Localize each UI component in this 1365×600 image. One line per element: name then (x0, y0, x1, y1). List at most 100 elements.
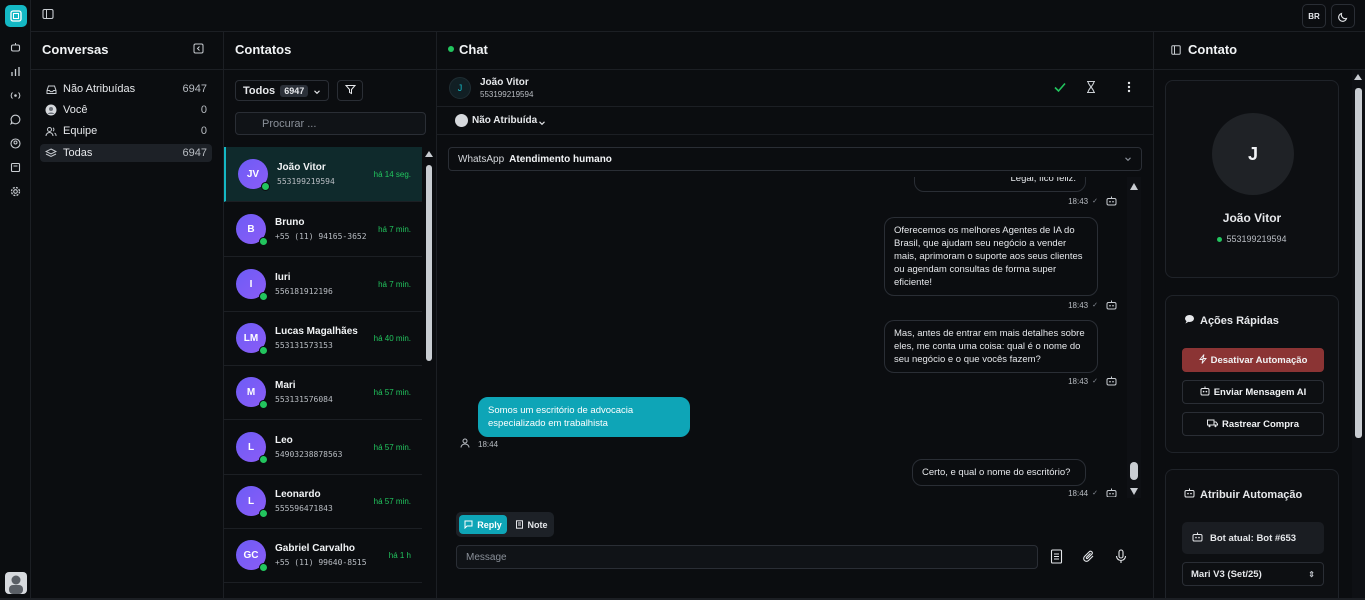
contacts-filter-count: 6947 (280, 84, 309, 97)
contact-panel: Contato J João Vitor 553199219594 Ações … (1154, 32, 1365, 600)
message-meta: 18:43 ✓ (1068, 300, 1117, 310)
message-time: 18:43 (1068, 300, 1089, 310)
collapse-icon[interactable] (193, 43, 205, 55)
templates-icon[interactable] (1047, 547, 1065, 565)
app-logo-icon[interactable] (5, 5, 27, 27)
bot-select[interactable]: Mari V3 (Set/25) ⇕ (1182, 562, 1324, 586)
settings-icon[interactable] (8, 184, 23, 199)
conv-filter-all[interactable]: Todas 6947 (40, 144, 212, 162)
message-bubble-outgoing: Oferecemos os melhores Agentes de IA do … (884, 217, 1098, 296)
contact-phone: 5490323887856​3 (275, 450, 343, 459)
contact-row[interactable]: B Bruno +55 (11) 94165-3652 há 7 min. (224, 202, 422, 257)
chat-header: J João Vitor 553199219594 (437, 69, 1153, 107)
contact-name: João Vitor (277, 162, 326, 173)
reply-tab[interactable]: Reply (459, 515, 507, 534)
deactivate-automation-button[interactable]: Desativar Automação (1182, 348, 1324, 372)
contact-phone: 556181912196 (275, 287, 333, 296)
conversations-title: Conversas (42, 42, 109, 57)
sent-check-icon: ✓ (1092, 302, 1098, 309)
contact-name: Mari (275, 380, 296, 391)
conv-filter-label: Todas (63, 147, 93, 159)
language-button[interactable]: BR (1302, 4, 1326, 28)
truck-icon (1206, 419, 1218, 430)
contact-row[interactable]: L Leonardo 555596471843 há 57 min. (224, 474, 422, 529)
contact-phone: 553131576084 (275, 395, 333, 404)
contacts-icon[interactable] (8, 136, 23, 151)
message-time: 18:44 (478, 439, 499, 449)
contact-panel-scrollbar[interactable] (1352, 70, 1365, 598)
contact-last-seen: há 1 h (388, 551, 411, 560)
online-status-dot (259, 346, 268, 355)
contacts-search-input[interactable] (235, 112, 426, 135)
contact-last-seen: há 14 seg. (373, 170, 411, 179)
contacts-scrollbar[interactable] (423, 147, 435, 583)
chat-icon[interactable] (8, 112, 23, 127)
conv-filter-unassigned[interactable]: Não Atribuídas 6947 (40, 80, 212, 98)
contact-phone: 553131573153 (275, 341, 333, 350)
hourglass-icon[interactable] (1084, 80, 1099, 95)
contact-phone: 555596471843 (275, 504, 333, 513)
contact-row[interactable]: L Leo 5490323887856​3 há 57 min. (224, 420, 422, 475)
contact-last-seen: há 57 min. (373, 497, 411, 506)
messages-scrollbar[interactable] (1127, 177, 1141, 498)
user-avatar[interactable] (5, 572, 27, 594)
conv-filter-team[interactable]: Equipe 0 (40, 122, 212, 140)
contacts-filter-select[interactable]: Todos 6947 (235, 80, 329, 101)
resolve-check-icon[interactable] (1053, 80, 1068, 95)
track-purchase-button[interactable]: Rastrear Compra (1182, 412, 1324, 436)
contact-row[interactable]: JV João Vitor 553199219594 há 14 seg. (224, 147, 422, 202)
channel-mode-select[interactable]: WhatsApp Atendimento humano (448, 147, 1142, 171)
online-status-dot (259, 237, 268, 246)
assign-automation-card: Atribuir Automação Bot atual: Bot #653 M… (1165, 469, 1339, 600)
chat-title: Chat (459, 42, 488, 57)
contact-row[interactable]: I Iuri 556181912196 há 7 min. (224, 257, 422, 312)
quick-actions-title-row: Ações Rápidas (1184, 314, 1279, 327)
conv-filter-you[interactable]: Você 0 (40, 101, 212, 119)
filter-button[interactable] (337, 80, 363, 101)
bot-icon (1192, 532, 1203, 545)
attachment-icon[interactable] (1080, 547, 1098, 565)
sidebar-toggle-icon[interactable] (42, 8, 56, 22)
message-meta: 18:43 ✓ (1068, 196, 1117, 206)
chart-icon[interactable] (8, 64, 23, 79)
assign-automation-title: Atribuir Automação (1200, 488, 1303, 501)
contact-last-seen: há 7 min. (378, 280, 411, 289)
top-bar: BR (31, 0, 1365, 32)
note-tab[interactable]: Note (511, 515, 551, 534)
channel-mode-value: Atendimento humano (509, 153, 612, 165)
contact-phone: 553199219594 (277, 177, 335, 186)
contact-row[interactable]: LM Lucas Magalhães 553131573153 há 40 mi… (224, 311, 422, 366)
contact-row[interactable]: GC Gabriel Carvalho +55 (11) 99640-8515 … (224, 528, 422, 583)
bot-icon[interactable] (8, 40, 23, 55)
contacts-title: Contatos (235, 42, 292, 57)
current-bot-label: Bot atual: Bot #653 (1210, 532, 1297, 544)
conv-filter-label: Equipe (63, 125, 98, 137)
bot-icon (1106, 376, 1117, 386)
message-meta: 18:44 (460, 438, 498, 450)
conv-filter-label: Não Atribuídas (63, 83, 136, 95)
chevron-down-icon (313, 87, 321, 95)
contact-profile-avatar: J (1212, 113, 1294, 195)
message-input[interactable] (456, 545, 1038, 569)
book-icon[interactable] (8, 160, 23, 175)
robot-icon (1200, 386, 1210, 398)
message-bubble-outgoing: Certo, e qual o nome do escritório? (912, 459, 1086, 486)
team-icon (45, 125, 57, 137)
chat-contact-name: João Vitor (480, 77, 529, 88)
quick-actions-card: Ações Rápidas Desativar Automação Enviar… (1165, 295, 1339, 453)
chevron-down-icon (1124, 155, 1132, 163)
compose-mode-toggle: Reply Note (456, 512, 554, 537)
assignee-selector[interactable]: Não Atribuída (437, 107, 1153, 135)
contact-name: Bruno (275, 217, 305, 228)
reply-label: Reply (477, 519, 502, 530)
deactivate-automation-label: Desativar Automação (1210, 354, 1308, 366)
chat-status-dot (448, 46, 454, 52)
theme-toggle-button[interactable] (1331, 4, 1355, 28)
more-vertical-icon[interactable] (1122, 80, 1137, 95)
message-bubble-outgoing: Mas, antes de entrar em mais detalhes so… (884, 320, 1098, 373)
send-ai-message-button[interactable]: Enviar Mensagem AI (1182, 380, 1324, 404)
broadcast-icon[interactable] (8, 88, 23, 103)
conversations-column: Conversas Não Atribuídas 6947 Você 0 Equ… (31, 32, 224, 598)
contact-row[interactable]: M Mari 553131576084 há 57 min. (224, 365, 422, 420)
microphone-icon[interactable] (1112, 547, 1130, 565)
